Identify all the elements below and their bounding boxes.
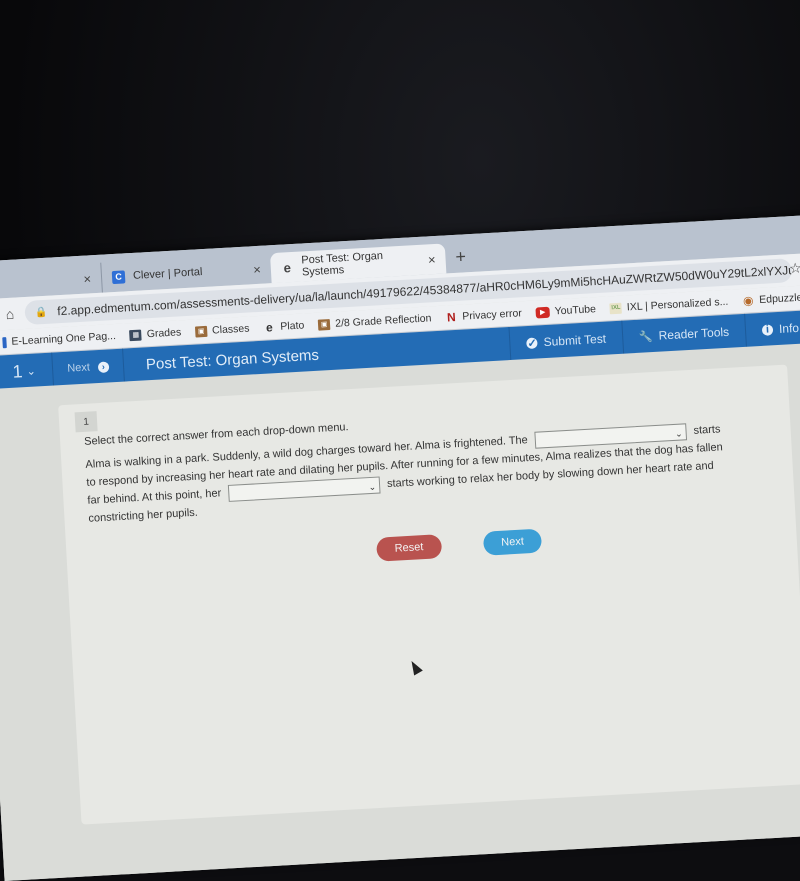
close-tab-icon[interactable]: × (83, 271, 91, 286)
close-tab-icon[interactable]: × (253, 261, 261, 276)
ixl-icon: IXL (609, 302, 623, 314)
answer-dropdown-2[interactable]: ⌄ (227, 476, 381, 502)
clever-icon: C (111, 269, 126, 284)
bookmark-grades[interactable]: ▦ Grades (129, 326, 182, 341)
browser-window: × C Clever | Portal × e Post Test: Organ… (0, 212, 800, 881)
next-button[interactable]: Next (482, 528, 543, 556)
bookmark-star-icon[interactable]: ☆ (789, 260, 800, 278)
youtube-icon: ▶ (535, 306, 551, 318)
classes-icon: ▣ (194, 325, 208, 338)
reflection-icon: ▣ (317, 318, 331, 331)
bookmark-grade-reflection[interactable]: ▣ 2/8 Grade Reflection (317, 312, 432, 331)
edmentum-icon: e (283, 259, 292, 275)
bookmark-plato[interactable]: e Plato (263, 319, 305, 335)
bookmark-classes[interactable]: ▣ Classes (194, 323, 250, 338)
elearning-icon (2, 336, 7, 348)
wrench-icon: 🔧 (638, 330, 654, 344)
chevron-down-icon: ⌄ (368, 481, 377, 492)
bookmark-ixl[interactable]: IXL IXL | Personalized s... (609, 296, 729, 315)
chevron-down-icon: ⌄ (674, 428, 683, 439)
bookmark-privacy-error[interactable]: N Privacy error (445, 307, 522, 325)
header-next-button[interactable]: Next › (52, 348, 125, 387)
test-title: Post Test: Organ Systems (145, 346, 320, 373)
bookmark-edpuzzle[interactable]: ◉ Edpuzzle (742, 292, 800, 308)
info-icon: i (761, 324, 774, 336)
question-number-badge: 1 (74, 411, 98, 433)
check-circle-icon: ✓ (526, 336, 538, 350)
bookmark-elearning[interactable]: E-Learning One Pag... (2, 330, 116, 348)
home-icon[interactable]: ⌂ (0, 305, 25, 323)
plato-icon: e (265, 320, 274, 335)
question-card: 1 Select the correct answer from each dr… (58, 364, 800, 825)
reset-button[interactable]: Reset (376, 534, 443, 562)
chevron-down-icon: ⌄ (26, 365, 37, 378)
new-tab-button[interactable]: + (455, 246, 467, 268)
bookmark-youtube[interactable]: ▶ YouTube (535, 303, 596, 318)
arrow-right-circle-icon: › (97, 360, 110, 373)
info-button[interactable]: i Info (744, 309, 800, 348)
grades-icon: ▦ (129, 329, 143, 341)
close-tab-icon[interactable]: × (428, 252, 436, 267)
edpuzzle-icon: ◉ (742, 293, 754, 308)
netflix-icon: N (446, 309, 457, 325)
lock-icon: 🔒 (34, 306, 48, 318)
